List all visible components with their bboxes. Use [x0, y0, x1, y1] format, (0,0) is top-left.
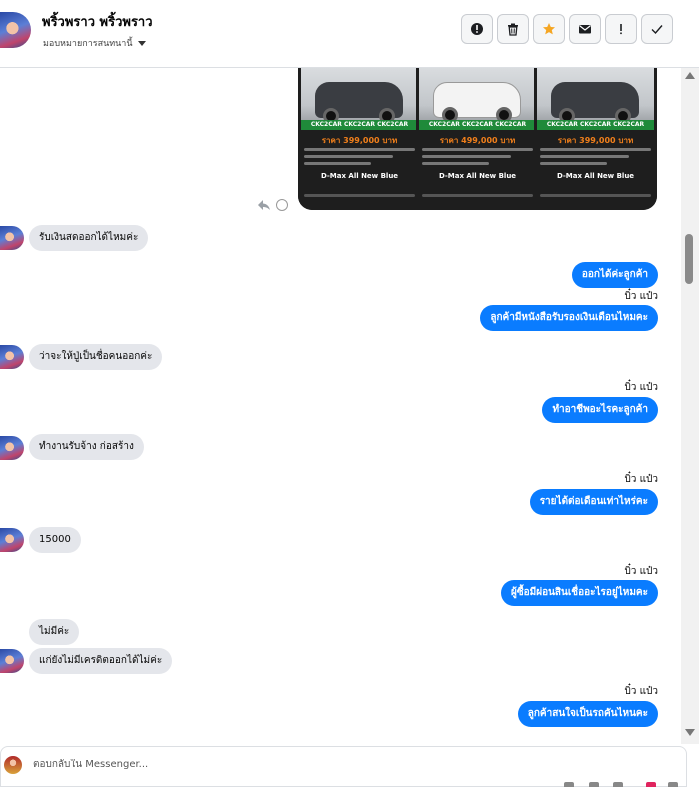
sender-avatar[interactable]: [0, 528, 24, 552]
message-bubble-outgoing[interactable]: ลูกค้าสนใจเป็นรถคันไหนคะ: [517, 701, 658, 727]
spam-button[interactable]: [461, 14, 493, 44]
message-bubble-incoming[interactable]: ไม่มีค่ะ: [29, 619, 80, 645]
sender-label: บิ๋ว แป๋ว: [624, 291, 658, 302]
alert-circle-icon: [471, 23, 483, 35]
scroll-down-arrow-icon[interactable]: [685, 729, 695, 736]
emoji-reaction-icon[interactable]: [276, 199, 288, 211]
inbox-conversation-view: พริ้วพราว พริ้วพราว มอบหมายการสนทนานี้ C…: [0, 0, 699, 787]
message-bubble-incoming[interactable]: 15000: [29, 527, 81, 553]
image-attachment[interactable]: CKC2CAR CKC2CAR CKC2CAR ราคา 399,000 บาท…: [298, 68, 657, 210]
message-bubble-outgoing[interactable]: ทำอาชีพอะไรคะลูกค้า: [542, 397, 658, 423]
contact-avatar[interactable]: [0, 12, 31, 48]
message-bubble-incoming[interactable]: ทำงานรับจ้าง ก่อสร้าง: [29, 434, 144, 460]
message-bubble-outgoing[interactable]: ออกได้ค่ะลูกค้า: [571, 262, 658, 288]
card-price: ราคา 399,000 บาท: [557, 136, 634, 145]
message-bubble-outgoing[interactable]: ผู้ซื้อมีผ่อนสินเชื่ออะไรอยู่ไหมคะ: [500, 580, 658, 606]
attachment-tool-icon[interactable]: [564, 782, 574, 787]
exclamation-icon: [620, 24, 622, 35]
scrollbar-thumb[interactable]: [685, 234, 693, 284]
page-avatar: [4, 756, 22, 774]
card-banner: CKC2CAR CKC2CAR CKC2CAR: [537, 120, 654, 130]
car-ad-card: CKC2CAR CKC2CAR CKC2CAR ราคา 399,000 บาท…: [298, 68, 421, 210]
message-composer: [0, 746, 687, 787]
card-details: [540, 148, 651, 169]
card-footer: [304, 194, 415, 197]
star-button[interactable]: [533, 14, 565, 44]
image-tool-icon[interactable]: [589, 782, 599, 787]
car-ad-card: CKC2CAR CKC2CAR CKC2CAR ราคา 499,000 บาท…: [416, 68, 539, 210]
sender-avatar[interactable]: [0, 649, 24, 673]
mark-unread-button[interactable]: [569, 14, 601, 44]
message-bubble-incoming[interactable]: ว่าจะให้ปู่เป็นชื่อคนออกค่ะ: [29, 344, 163, 370]
sender-avatar[interactable]: [0, 345, 24, 369]
message-bubble-outgoing[interactable]: รายได้ต่อเดือนเท่าไหร่คะ: [529, 489, 658, 515]
scroll-up-arrow-icon[interactable]: [685, 72, 695, 79]
card-price: ราคา 399,000 บาท: [321, 136, 398, 145]
sender-label: บิ๋ว แป๋ว: [624, 474, 658, 485]
card-model: D-Max All New Blue: [320, 172, 399, 180]
delete-button[interactable]: [497, 14, 529, 44]
message-bubble-incoming[interactable]: รับเงินสดออกได้ไหมค่ะ: [29, 225, 149, 251]
more-tool-icon[interactable]: [668, 782, 678, 787]
reply-icon[interactable]: [257, 199, 271, 211]
sender-label: บิ๋ว แป๋ว: [624, 566, 658, 577]
car-ad-card: CKC2CAR CKC2CAR CKC2CAR ราคา 399,000 บาท…: [534, 68, 657, 210]
card-model: D-Max All New Blue: [438, 172, 517, 180]
contact-name[interactable]: พริ้วพราว พริ้วพราว: [42, 11, 153, 32]
conversation-actions: [461, 14, 673, 44]
sender-label: บิ๋ว แป๋ว: [624, 382, 658, 393]
message-bubble-incoming[interactable]: แก่ยังไม่มีเครดิตออกได้ไม่ค่ะ: [29, 648, 173, 674]
sender-avatar[interactable]: [0, 226, 24, 250]
conversation-header: พริ้วพราว พริ้วพราว มอบหมายการสนทนานี้: [0, 0, 699, 68]
reply-input[interactable]: [33, 759, 433, 770]
follow-up-button[interactable]: [605, 14, 637, 44]
sender-label: บิ๋ว แป๋ว: [624, 686, 658, 697]
like-tool-icon[interactable]: [646, 782, 656, 787]
card-details: [304, 148, 415, 169]
star-icon: [543, 23, 555, 35]
caret-down-icon: [137, 40, 146, 46]
envelope-icon: [579, 25, 591, 34]
mark-done-button[interactable]: [641, 14, 673, 44]
assign-conversation-dropdown[interactable]: มอบหมายการสนทนานี้: [43, 36, 146, 50]
message-thread[interactable]: CKC2CAR CKC2CAR CKC2CAR ราคา 399,000 บาท…: [0, 68, 681, 744]
card-banner: CKC2CAR CKC2CAR CKC2CAR: [301, 120, 418, 130]
card-footer: [422, 194, 533, 197]
card-model: D-Max All New Blue: [556, 172, 635, 180]
card-footer: [540, 194, 651, 197]
sender-avatar[interactable]: [0, 436, 24, 460]
emoji-tool-icon[interactable]: [613, 782, 623, 787]
card-details: [422, 148, 533, 169]
thread-scrollbar[interactable]: [681, 68, 699, 744]
card-banner: CKC2CAR CKC2CAR CKC2CAR: [419, 120, 536, 130]
assign-label: มอบหมายการสนทนานี้: [43, 39, 133, 49]
message-bubble-outgoing[interactable]: ลูกค้ามีหนังสือรับรองเงินเดือนไหมคะ: [480, 305, 658, 331]
card-price: ราคา 499,000 บาท: [439, 136, 516, 145]
check-icon: [651, 25, 663, 35]
trash-icon: [508, 23, 518, 36]
